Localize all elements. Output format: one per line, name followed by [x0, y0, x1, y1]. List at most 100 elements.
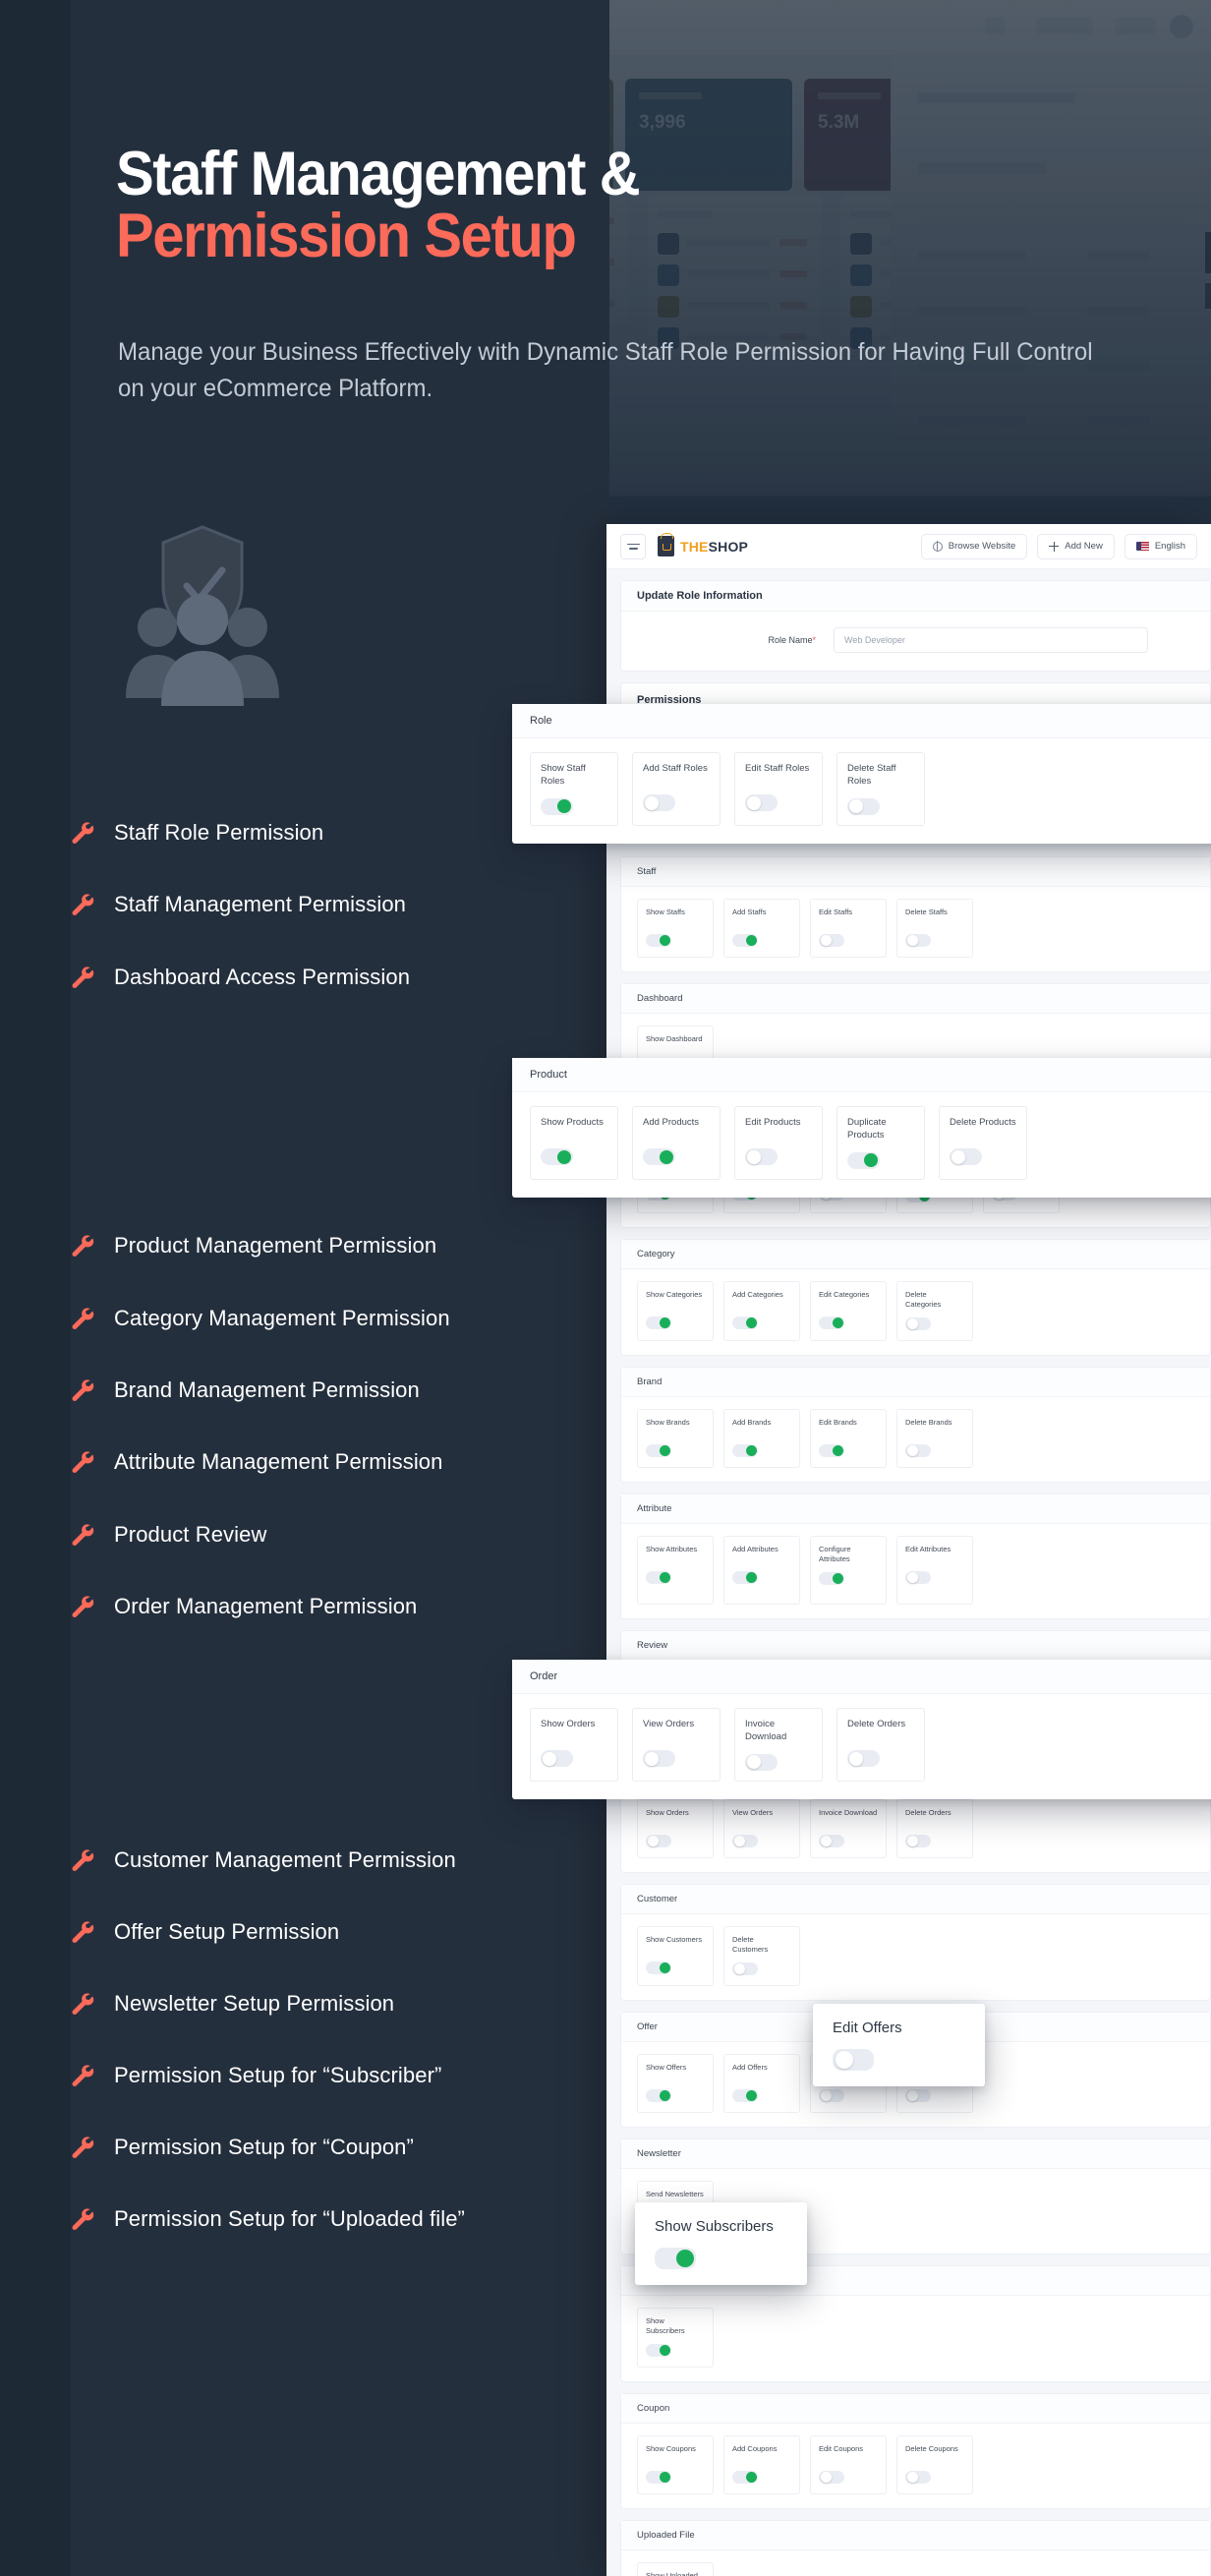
toggle-switch[interactable]: [541, 797, 573, 815]
permission-toggle-card[interactable]: Edit Attributes: [896, 1535, 973, 1605]
browse-website-button[interactable]: Browse Website: [920, 533, 1028, 559]
permission-toggle-card[interactable]: Delete Staffs: [896, 899, 973, 959]
toggle-switch[interactable]: [905, 2471, 931, 2485]
hamburger-icon[interactable]: [620, 533, 646, 559]
toggle-switch[interactable]: [643, 794, 675, 811]
permission-toggle-card[interactable]: Invoice Download: [734, 1708, 823, 1782]
toggle-switch[interactable]: [541, 1148, 573, 1165]
permission-toggle-card[interactable]: Invoice Download: [810, 1798, 887, 1858]
toggle-switch[interactable]: [646, 1834, 671, 1847]
permission-toggle-card[interactable]: Delete Orders: [836, 1708, 925, 1782]
permission-toggle-card[interactable]: Add Offers: [723, 2054, 800, 2113]
toggle-switch[interactable]: [646, 1443, 671, 1457]
toggle-switch[interactable]: [732, 1570, 758, 1584]
permission-toggle-card[interactable]: Edit Staff Roles: [734, 752, 823, 826]
permission-toggle-card[interactable]: View Orders: [632, 1708, 721, 1782]
permission-toggle-card[interactable]: Configure Attributes: [810, 1535, 887, 1605]
permission-toggle-card[interactable]: Show Offers: [637, 2054, 714, 2113]
toggle-switch[interactable]: [905, 1834, 931, 1847]
permission-toggle-card[interactable]: Add Coupons: [723, 2435, 800, 2495]
toggle-switch[interactable]: [646, 1570, 671, 1584]
toggle-switch[interactable]: [732, 1316, 758, 1329]
update-role-title: Update Role Information: [621, 581, 1210, 612]
toggle-switch[interactable]: [819, 1572, 844, 1585]
permission-toggle-card[interactable]: Show Uploaded Files: [637, 2562, 714, 2576]
permission-toggle-card[interactable]: Delete Coupons: [896, 2435, 973, 2495]
permission-toggle-card[interactable]: Show Staffs: [637, 899, 714, 959]
permission-toggle-card[interactable]: Add Staffs: [723, 899, 800, 959]
toggle-switch[interactable]: [643, 1750, 675, 1767]
highlight-card-edit-offers[interactable]: Edit Offers: [813, 2004, 985, 2086]
toggle-switch[interactable]: [819, 1316, 844, 1329]
permission-toggle-card[interactable]: Edit Products: [734, 1106, 823, 1180]
language-selector[interactable]: English: [1124, 533, 1197, 559]
add-new-button[interactable]: Add New: [1037, 533, 1115, 559]
toggle-switch[interactable]: [646, 2089, 671, 2102]
toggle-switch[interactable]: [905, 1317, 931, 1330]
toggle-switch[interactable]: [819, 2471, 844, 2485]
permission-toggle-card[interactable]: Edit Brands: [810, 1408, 887, 1468]
toggle-switch[interactable]: [732, 1962, 758, 1975]
toggle-switch[interactable]: [905, 934, 931, 948]
wrench-icon: [72, 1993, 94, 2016]
permission-toggle-card[interactable]: Show Attributes: [637, 1535, 714, 1605]
permission-toggle-card[interactable]: Edit Coupons: [810, 2435, 887, 2495]
toggle-switch[interactable]: [732, 934, 758, 948]
toggle-switch[interactable]: [819, 2089, 844, 2102]
toggle-switch[interactable]: [847, 1151, 880, 1169]
toggle-switch[interactable]: [646, 2344, 671, 2358]
toggle-switch[interactable]: [655, 2248, 696, 2269]
toggle-switch[interactable]: [905, 1570, 931, 1584]
toggle-switch[interactable]: [646, 1316, 671, 1329]
toggle-switch[interactable]: [745, 1148, 778, 1165]
permission-toggle-card[interactable]: Show Orders: [530, 1708, 618, 1782]
toggle-switch[interactable]: [745, 1753, 778, 1771]
permission-toggle-card[interactable]: Delete Products: [939, 1106, 1027, 1180]
permission-toggle-card[interactable]: Edit Staffs: [810, 899, 887, 959]
permission-toggle-card[interactable]: Delete Orders: [896, 1798, 973, 1858]
permission-toggle-card[interactable]: Add Categories: [723, 1280, 800, 1341]
permission-toggle-card[interactable]: Show Subscribers: [637, 2308, 714, 2369]
brand-logo[interactable]: THESHOP: [658, 533, 748, 556]
permission-toggle-card[interactable]: Edit Categories: [810, 1280, 887, 1341]
permission-toggle-card[interactable]: Delete Customers: [723, 1925, 800, 1986]
permission-toggle-card[interactable]: Show Customers: [637, 1925, 714, 1986]
toggle-switch[interactable]: [541, 1750, 573, 1767]
toggle-switch[interactable]: [847, 1750, 880, 1767]
toggle-switch[interactable]: [847, 797, 880, 815]
toggle-switch[interactable]: [833, 2049, 874, 2071]
toggle-switch[interactable]: [646, 1961, 671, 1974]
permission-toggle-card[interactable]: Add Attributes: [723, 1535, 800, 1605]
permission-toggle-card[interactable]: Add Staff Roles: [632, 752, 721, 826]
toggle-switch[interactable]: [819, 1443, 844, 1457]
permission-toggle-card[interactable]: Add Products: [632, 1106, 721, 1180]
permission-toggle-card[interactable]: Delete Brands: [896, 1408, 973, 1468]
permission-toggle-card[interactable]: Show Products: [530, 1106, 618, 1180]
toggle-switch[interactable]: [950, 1148, 982, 1165]
toggle-switch[interactable]: [643, 1148, 675, 1165]
permission-toggle-card[interactable]: Delete Categories: [896, 1280, 973, 1341]
toggle-switch[interactable]: [819, 1834, 844, 1847]
toggle-switch[interactable]: [745, 794, 778, 811]
toggle-switch[interactable]: [646, 934, 671, 948]
permission-toggle-card[interactable]: Delete Staff Roles: [836, 752, 925, 826]
highlight-card-show-subscribers[interactable]: Show Subscribers: [635, 2202, 807, 2285]
permission-toggle-card[interactable]: Show Coupons: [637, 2435, 714, 2495]
permission-toggle-card[interactable]: Show Categories: [637, 1280, 714, 1341]
toggle-switch[interactable]: [732, 1834, 758, 1847]
permission-toggle-card[interactable]: Show Staff Roles: [530, 752, 618, 826]
permission-toggle-card[interactable]: Add Brands: [723, 1408, 800, 1468]
toggle-switch[interactable]: [646, 2471, 671, 2485]
permission-toggle-card[interactable]: Show Orders: [637, 1798, 714, 1858]
toggle-switch[interactable]: [732, 2471, 758, 2485]
list-item-label: Permission Setup for “Subscriber”: [114, 2063, 442, 2087]
permission-toggle-card[interactable]: View Orders: [723, 1798, 800, 1858]
toggle-switch[interactable]: [732, 1443, 758, 1457]
toggle-switch[interactable]: [732, 2089, 758, 2102]
toggle-switch[interactable]: [819, 934, 844, 948]
permission-toggle-card[interactable]: Duplicate Products: [836, 1106, 925, 1180]
role-name-input[interactable]: Web Developer: [834, 627, 1148, 653]
permission-toggle-card[interactable]: Show Brands: [637, 1408, 714, 1468]
toggle-switch[interactable]: [905, 2089, 931, 2102]
toggle-switch[interactable]: [905, 1443, 931, 1457]
